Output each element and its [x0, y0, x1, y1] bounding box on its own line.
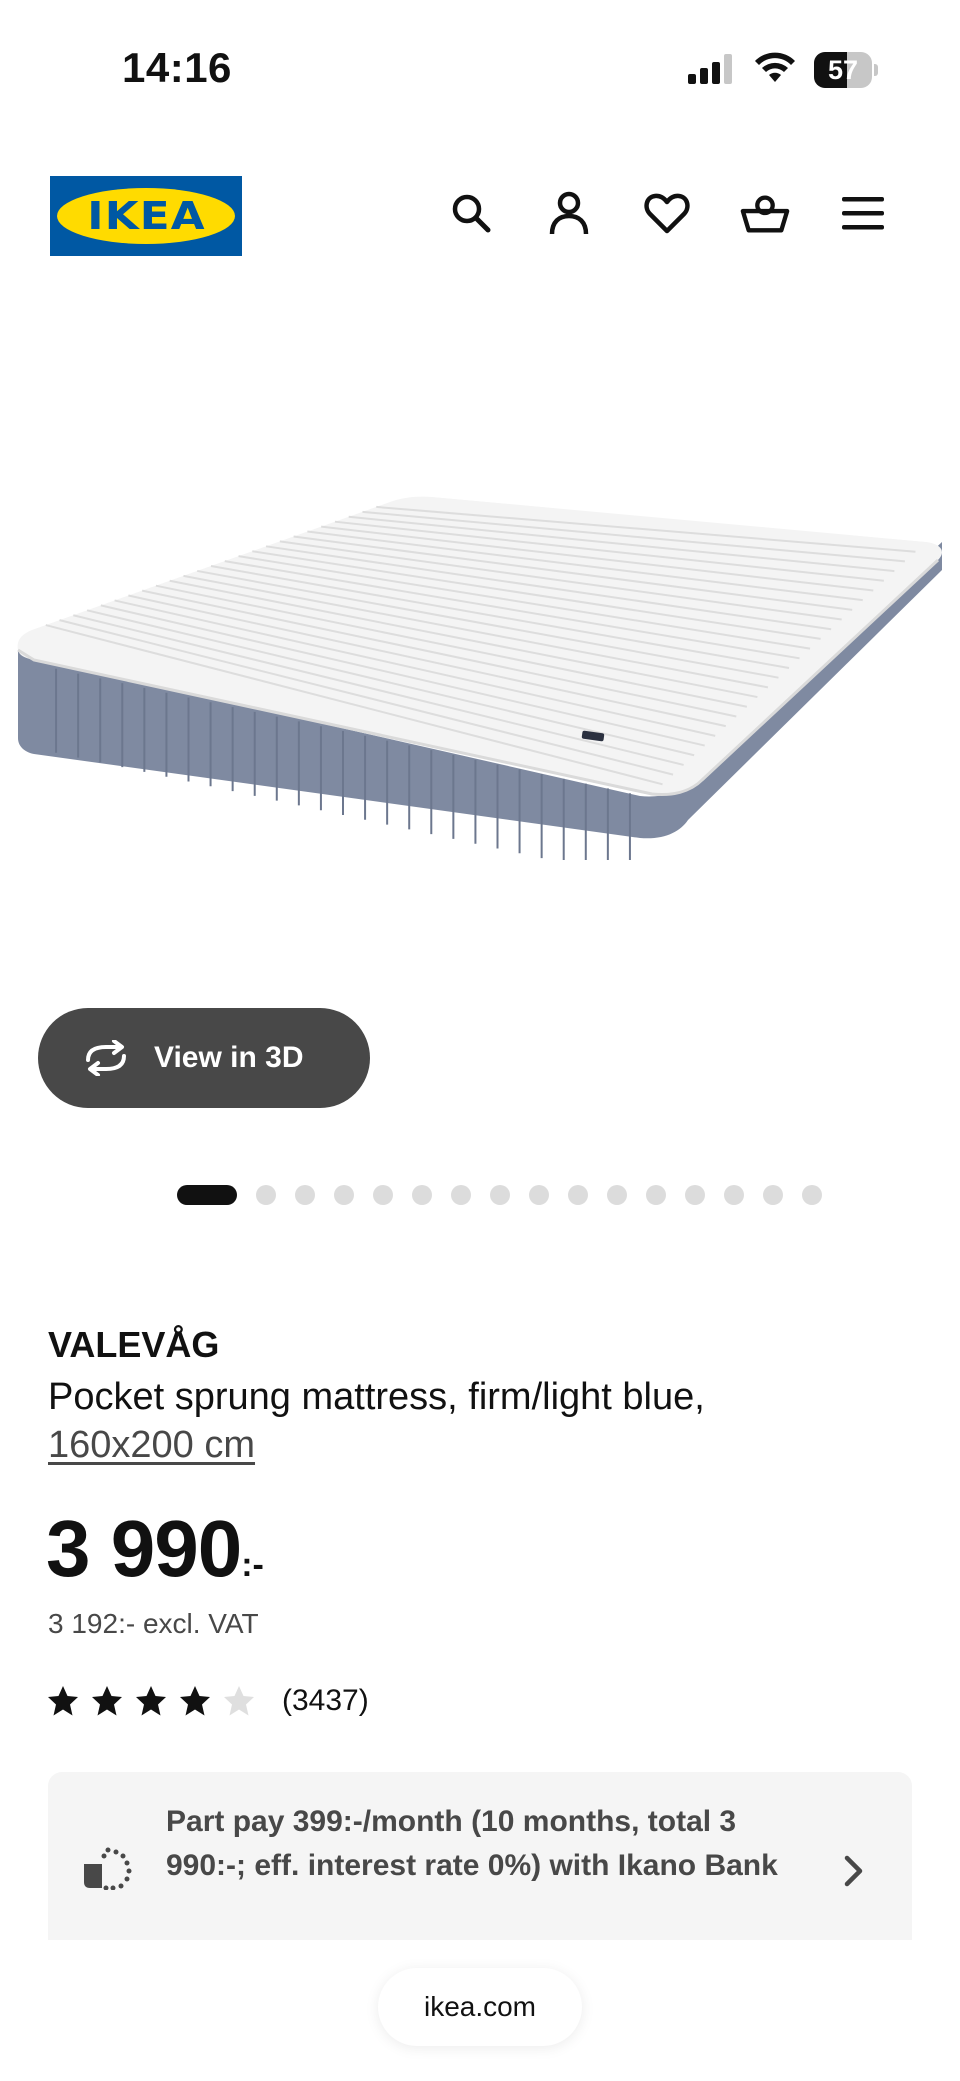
star-empty-icon [224, 1686, 254, 1716]
pagination-dot[interactable] [373, 1185, 393, 1205]
part-pay-icon [84, 1847, 132, 1890]
account-icon[interactable] [544, 188, 594, 238]
pagination-dot[interactable] [451, 1185, 471, 1205]
product-description: Pocket sprung mattress, firm/light blue, [48, 1376, 705, 1418]
pagination-dot[interactable] [412, 1185, 432, 1205]
pagination-dot[interactable] [256, 1185, 276, 1205]
pagination-dot[interactable] [295, 1185, 315, 1205]
pagination-dot-active[interactable] [177, 1185, 237, 1205]
review-count: (3437) [282, 1684, 369, 1717]
price: 3 990 :- [46, 1504, 264, 1594]
view-in-3d-label: View in 3D [154, 1041, 304, 1074]
price-suffix: :- [241, 1546, 264, 1584]
product-image[interactable] [0, 480, 960, 860]
search-icon[interactable] [446, 188, 496, 238]
pagination-dot[interactable] [685, 1185, 705, 1205]
star-filled-icon [136, 1686, 166, 1716]
rotate-3d-icon [86, 1040, 126, 1076]
pagination-dot[interactable] [802, 1185, 822, 1205]
browser-url-bar[interactable]: ikea.com [378, 1968, 582, 2046]
battery-icon: 57 [814, 52, 878, 88]
product-name: VALEVÅG [48, 1324, 220, 1365]
pagination-dot[interactable] [763, 1185, 783, 1205]
chevron-right-icon [844, 1855, 863, 1887]
pagination-dot[interactable] [529, 1185, 549, 1205]
site-header: IKEA [0, 168, 960, 258]
pagination-dot[interactable] [568, 1185, 588, 1205]
battery-level: 57 [827, 55, 859, 85]
price-excl-vat: 3 192:- excl. VAT [48, 1608, 259, 1639]
part-pay-text: Part pay 399:-/month (10 months, total 3… [166, 1805, 778, 1882]
menu-icon[interactable] [838, 188, 888, 238]
ikea-logo[interactable]: IKEA [50, 176, 242, 256]
pagination-dot[interactable] [334, 1185, 354, 1205]
product-size-link[interactable]: 160x200 cm [48, 1420, 255, 1470]
basket-icon[interactable] [740, 188, 790, 238]
price-main: 3 990 [46, 1504, 242, 1593]
pagination-dot[interactable] [724, 1185, 744, 1205]
signal-icon [688, 54, 732, 84]
part-pay-card[interactable]: Part pay 399:-/month (10 months, total 3… [48, 1772, 912, 1940]
star-filled-icon [92, 1686, 122, 1716]
image-pagination [177, 1184, 841, 1206]
pagination-dot[interactable] [490, 1185, 510, 1205]
logo-text: IKEA [86, 194, 206, 238]
star-filled-icon [48, 1686, 78, 1716]
status-time: 14:16 [122, 44, 232, 91]
wifi-icon [755, 52, 795, 82]
rating[interactable]: (3437) [46, 1684, 369, 1718]
star-filled-icon [180, 1686, 210, 1716]
pagination-dot[interactable] [607, 1185, 627, 1205]
status-bar: 14:16 57 [0, 0, 960, 140]
view-in-3d-button[interactable]: View in 3D [38, 1008, 370, 1108]
heart-icon[interactable] [642, 188, 692, 238]
pagination-dot[interactable] [646, 1185, 666, 1205]
